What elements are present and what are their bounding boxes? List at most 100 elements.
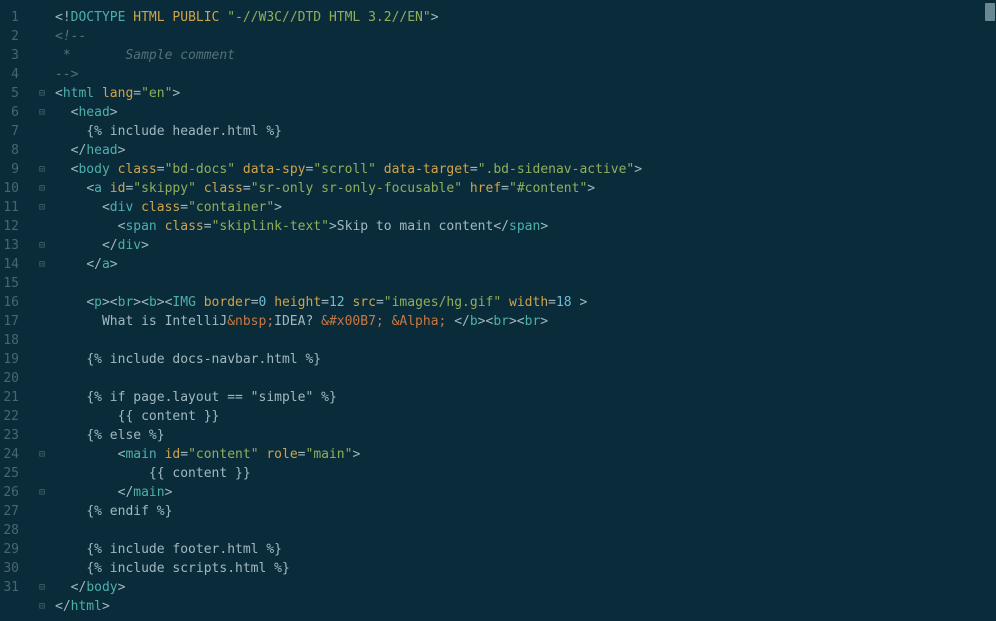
token-str: "bd-docs" bbox=[165, 162, 235, 177]
token-str: "content" bbox=[188, 447, 258, 462]
token-punct: >< bbox=[157, 295, 173, 310]
line-number: 22 bbox=[0, 407, 25, 426]
code-line[interactable]: </html> bbox=[55, 597, 996, 616]
code-editor[interactable]: 1234567891011121314151617181920212223242… bbox=[0, 0, 996, 621]
token-tag: body bbox=[86, 580, 117, 595]
token-punct: </ bbox=[71, 580, 87, 595]
code-line[interactable]: {{ content }} bbox=[55, 464, 996, 483]
line-number: 4 bbox=[0, 65, 25, 84]
fold-toggle bbox=[35, 65, 49, 84]
code-line[interactable]: <!-- bbox=[55, 27, 996, 46]
token-attr: height bbox=[274, 295, 321, 310]
line-number: 13 bbox=[0, 236, 25, 255]
fold-toggle[interactable]: ⊟ bbox=[35, 160, 49, 179]
code-line[interactable]: </body> bbox=[55, 578, 996, 597]
fold-toggle bbox=[35, 464, 49, 483]
code-line[interactable]: * Sample comment bbox=[55, 46, 996, 65]
fold-toggle[interactable]: ⊟ bbox=[35, 597, 49, 616]
token-template: {% endif %} bbox=[86, 504, 172, 519]
fold-toggle[interactable]: ⊟ bbox=[35, 483, 49, 502]
token-num: 18 bbox=[556, 295, 579, 310]
token-comment: --> bbox=[55, 67, 78, 82]
token-txt bbox=[235, 162, 243, 177]
line-number: 26 bbox=[0, 483, 25, 502]
code-line[interactable]: </head> bbox=[55, 141, 996, 160]
code-line[interactable]: <p><br><b><IMG border=0 height=12 src="i… bbox=[55, 293, 996, 312]
token-tag: head bbox=[78, 105, 109, 120]
line-number: 24 bbox=[0, 445, 25, 464]
code-line[interactable]: --> bbox=[55, 65, 996, 84]
token-punct: = bbox=[251, 295, 259, 310]
fold-toggle[interactable]: ⊟ bbox=[35, 84, 49, 103]
code-line[interactable] bbox=[55, 369, 996, 388]
fold-toggle[interactable]: ⊟ bbox=[35, 179, 49, 198]
code-line[interactable]: <!DOCTYPE HTML PUBLIC "-//W3C//DTD HTML … bbox=[55, 8, 996, 27]
token-punct: = bbox=[298, 447, 306, 462]
fold-toggle bbox=[35, 122, 49, 141]
fold-toggle[interactable]: ⊟ bbox=[35, 103, 49, 122]
code-line[interactable] bbox=[55, 521, 996, 540]
line-number: 5 bbox=[0, 84, 25, 103]
token-txt bbox=[462, 181, 470, 196]
code-line[interactable]: <body class="bd-docs" data-spy="scroll" … bbox=[55, 160, 996, 179]
token-tag: br bbox=[493, 314, 509, 329]
code-line[interactable]: {% endif %} bbox=[55, 502, 996, 521]
code-line[interactable]: {% include header.html %} bbox=[55, 122, 996, 141]
code-line[interactable]: <div class="container"> bbox=[55, 198, 996, 217]
token-template: {% include header.html %} bbox=[86, 124, 282, 139]
token-template: {% if page.layout == "simple" %} bbox=[86, 390, 336, 405]
code-line[interactable]: </main> bbox=[55, 483, 996, 502]
token-comment: * Sample comment bbox=[55, 48, 235, 63]
vertical-scrollbar[interactable] bbox=[984, 0, 996, 621]
scroll-thumb[interactable] bbox=[985, 3, 995, 21]
token-tag: br bbox=[525, 314, 541, 329]
code-area[interactable]: <!DOCTYPE HTML PUBLIC "-//W3C//DTD HTML … bbox=[49, 0, 996, 621]
code-line[interactable]: <span class="skiplink-text">Skip to main… bbox=[55, 217, 996, 236]
fold-toggle bbox=[35, 540, 49, 559]
token-template: {% include docs-navbar.html %} bbox=[86, 352, 321, 367]
code-line[interactable]: What is IntelliJ&nbsp;IDEA? &#x00B7; &Al… bbox=[55, 312, 996, 331]
fold-toggle[interactable]: ⊟ bbox=[35, 236, 49, 255]
code-line[interactable]: {% include footer.html %} bbox=[55, 540, 996, 559]
token-punct: = bbox=[470, 162, 478, 177]
code-line[interactable]: <head> bbox=[55, 103, 996, 122]
code-line[interactable]: {% else %} bbox=[55, 426, 996, 445]
fold-toggle[interactable]: ⊟ bbox=[35, 198, 49, 217]
fold-toggle[interactable]: ⊟ bbox=[35, 445, 49, 464]
code-line[interactable]: {% include scripts.html %} bbox=[55, 559, 996, 578]
code-line[interactable]: <main id="content" role="main"> bbox=[55, 445, 996, 464]
code-line[interactable]: {% include docs-navbar.html %} bbox=[55, 350, 996, 369]
token-punct: < bbox=[86, 181, 94, 196]
token-tag: p bbox=[94, 295, 102, 310]
line-number: 16 bbox=[0, 293, 25, 312]
token-punct: > bbox=[329, 219, 337, 234]
token-punct: = bbox=[501, 181, 509, 196]
token-txt bbox=[55, 219, 118, 234]
token-entity: &nbsp; bbox=[227, 314, 274, 329]
fold-toggle[interactable]: ⊟ bbox=[35, 255, 49, 274]
token-attr: class bbox=[165, 219, 204, 234]
code-line[interactable] bbox=[55, 274, 996, 293]
token-txt bbox=[55, 181, 86, 196]
token-txt bbox=[55, 428, 86, 443]
token-str: "skippy" bbox=[133, 181, 196, 196]
code-line[interactable]: {{ content }} bbox=[55, 407, 996, 426]
line-number: 28 bbox=[0, 521, 25, 540]
token-txt bbox=[55, 371, 63, 386]
code-line[interactable]: <a id="skippy" class="sr-only sr-only-fo… bbox=[55, 179, 996, 198]
fold-toggle[interactable]: ⊟ bbox=[35, 578, 49, 597]
fold-toggle bbox=[35, 8, 49, 27]
code-line[interactable] bbox=[55, 331, 996, 350]
token-punct: < bbox=[102, 200, 110, 215]
token-tag: DOCTYPE bbox=[71, 10, 134, 25]
token-txt bbox=[55, 162, 71, 177]
code-line[interactable]: </a> bbox=[55, 255, 996, 274]
code-line[interactable]: {% if page.layout == "simple" %} bbox=[55, 388, 996, 407]
fold-toggle bbox=[35, 217, 49, 236]
line-number: 21 bbox=[0, 388, 25, 407]
token-tag: main bbox=[133, 485, 164, 500]
token-tag: b bbox=[149, 295, 157, 310]
code-line[interactable]: </div> bbox=[55, 236, 996, 255]
code-line[interactable]: <html lang="en"> bbox=[55, 84, 996, 103]
token-txt bbox=[55, 485, 118, 500]
